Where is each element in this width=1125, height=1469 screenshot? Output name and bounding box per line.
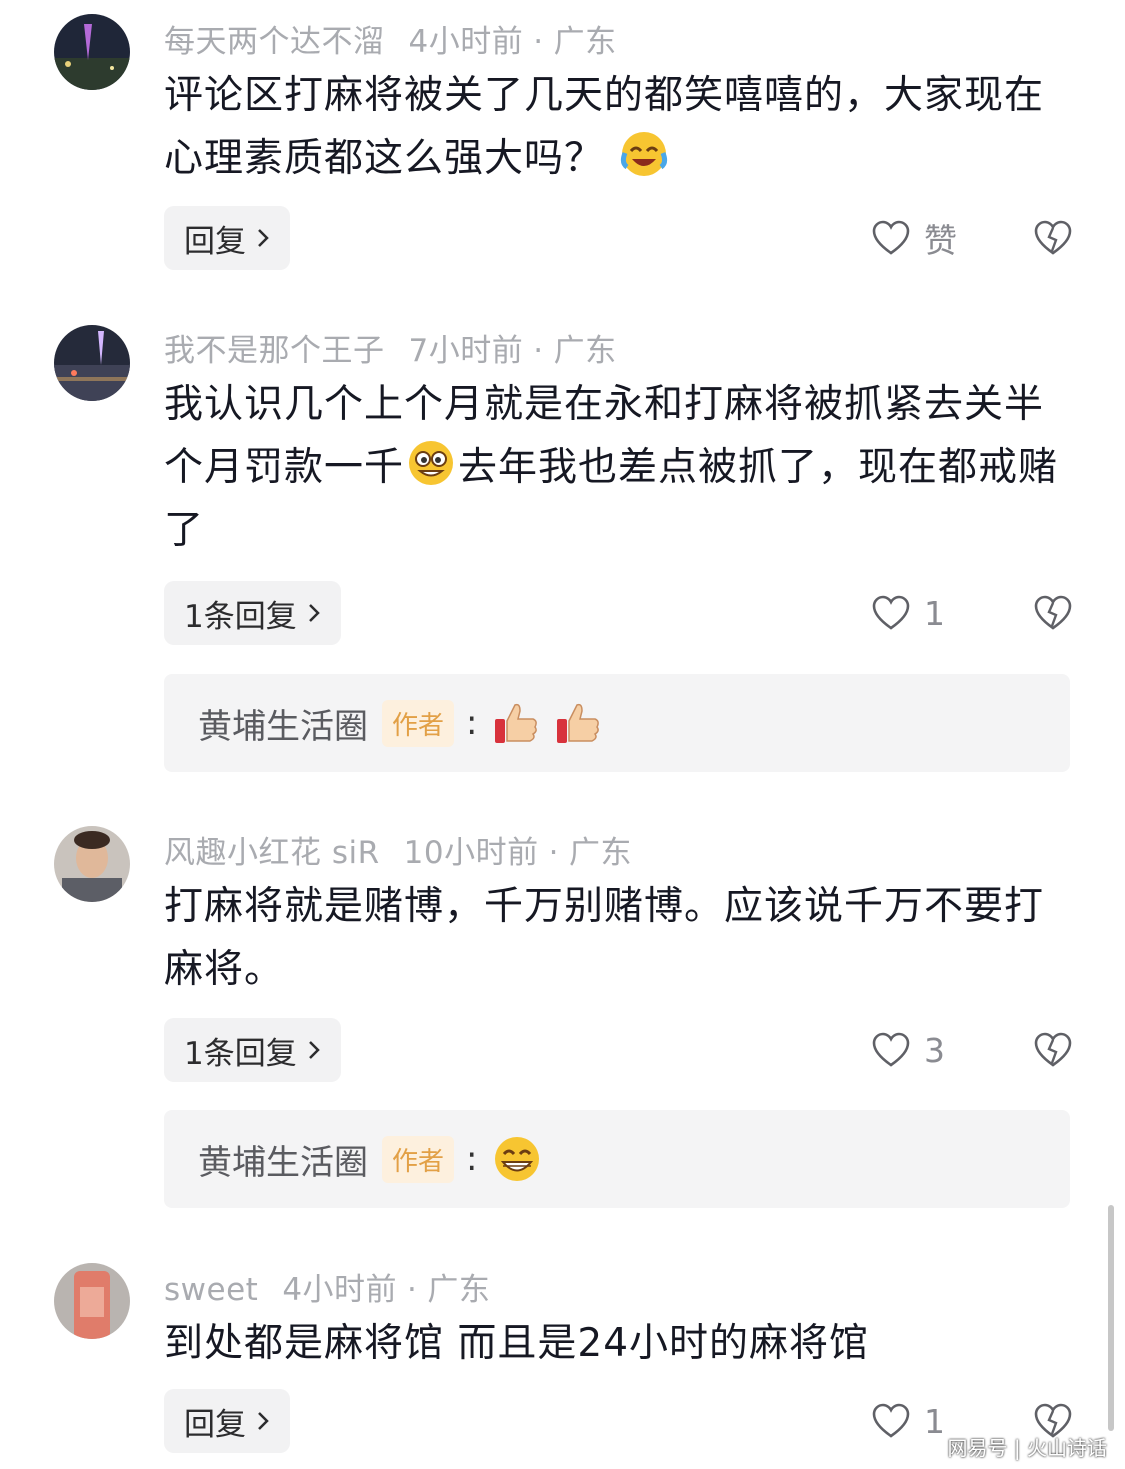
comment-meta: 风趣小红花 siR 10小时前 · 广东 <box>164 827 632 872</box>
separator: · <box>533 333 544 369</box>
comment-text-part: 到处都是麻将馆 而且是24小时的麻将馆 <box>164 1321 870 1366</box>
timestamp: 4小时前 <box>408 24 524 60</box>
broken-heart-icon <box>1034 220 1072 255</box>
comment-meta: 我不是那个王子 7小时前 · 广东 <box>164 325 617 370</box>
comment-text: 评论区打麻将被关了几天的都笑嘻嘻的，大家现在心理素质都这么强大吗？ <box>164 64 1069 190</box>
avatar[interactable] <box>54 1263 130 1339</box>
watermark: 网易号 | 火山诗话 <box>947 1436 1107 1460</box>
laughing-crying-emoji-icon <box>619 129 669 179</box>
grinning-emoji-icon <box>493 1135 541 1183</box>
author-badge: 作者 <box>382 699 455 747</box>
avatar[interactable] <box>54 826 130 902</box>
reply-label: 1条回复 <box>184 1035 297 1072</box>
author-badge: 作者 <box>382 1135 455 1183</box>
like-label: 赞 <box>924 221 957 260</box>
like-button[interactable]: 赞 <box>872 206 957 270</box>
comment-meta: sweet 4小时前 · 广东 <box>164 1264 490 1309</box>
comment-text-part: 打麻将就是赌博，千万别赌博。应该说千万不要打麻将。 <box>164 884 1045 992</box>
comment-meta: 每天两个达不溜 4小时前 · 广东 <box>164 16 617 61</box>
location: 广东 <box>553 333 617 369</box>
colon: : <box>466 1139 478 1179</box>
reply-label: 1条回复 <box>184 598 297 635</box>
chevron-right-icon <box>258 229 269 247</box>
thumbs-up-emoji-icon <box>493 699 541 747</box>
username[interactable]: 我不是那个王子 <box>164 333 385 369</box>
author-name[interactable]: 黄埔生活圈 <box>198 1135 368 1184</box>
comment-text: 到处都是麻将馆 而且是24小时的麻将馆 <box>164 1312 1069 1375</box>
dislike-button[interactable] <box>1034 206 1072 270</box>
reply-button[interactable]: 1条回复 <box>164 581 341 645</box>
separator: · <box>533 24 544 60</box>
avatar[interactable] <box>54 14 130 90</box>
avatar[interactable] <box>54 325 130 401</box>
timestamp: 7小时前 <box>408 333 524 369</box>
comment-text: 我认识几个上个月就是在永和打麻将被抓紧去关半个月罚款一千 去年我也差点被抓了，现… <box>164 373 1069 562</box>
like-button[interactable]: 3 <box>872 1018 945 1082</box>
scrollbar[interactable] <box>1108 1205 1114 1431</box>
location: 广东 <box>427 1272 491 1308</box>
timestamp: 4小时前 <box>282 1272 398 1308</box>
reply-label: 回复 <box>184 1406 246 1443</box>
reply-button[interactable]: 回复 <box>164 206 290 270</box>
heart-outline-icon <box>872 1403 910 1438</box>
username[interactable]: sweet <box>164 1272 258 1308</box>
comment-text: 打麻将就是赌博，千万别赌博。应该说千万不要打麻将。 <box>164 875 1069 1001</box>
location: 广东 <box>568 835 632 871</box>
reply-label: 回复 <box>184 223 246 260</box>
author-name[interactable]: 黄埔生活圈 <box>198 699 368 748</box>
author-reply[interactable]: 黄埔生活圈 作者 : <box>164 1110 1070 1208</box>
separator: · <box>407 1272 418 1308</box>
thumbs-up-emoji-icon <box>555 699 603 747</box>
separator: · <box>548 835 559 871</box>
username[interactable]: 风趣小红花 siR <box>164 835 380 871</box>
goofy-face-emoji-icon <box>406 438 456 488</box>
like-count: 1 <box>924 1401 945 1441</box>
like-count: 1 <box>924 593 945 633</box>
colon: : <box>466 703 478 743</box>
comment-text-part: 评论区打麻将被关了几天的都笑嘻嘻的，大家现在心理素质都这么强大吗？ <box>164 73 1045 181</box>
reply-button[interactable]: 1条回复 <box>164 1018 341 1082</box>
reply-button[interactable]: 回复 <box>164 1389 290 1453</box>
dislike-button[interactable] <box>1034 581 1072 645</box>
broken-heart-icon <box>1034 595 1072 630</box>
heart-outline-icon <box>872 1032 910 1067</box>
location: 广东 <box>553 24 617 60</box>
heart-outline-icon <box>872 220 910 255</box>
like-button[interactable]: 1 <box>872 1389 945 1453</box>
broken-heart-icon <box>1034 1032 1072 1067</box>
timestamp: 10小时前 <box>403 835 539 871</box>
heart-outline-icon <box>872 595 910 630</box>
dislike-button[interactable] <box>1034 1018 1072 1082</box>
chevron-right-icon <box>308 1041 320 1059</box>
author-reply[interactable]: 黄埔生活圈 作者 : <box>164 674 1070 772</box>
like-button[interactable]: 1 <box>872 581 945 645</box>
like-count: 3 <box>924 1030 945 1070</box>
username[interactable]: 每天两个达不溜 <box>164 24 385 60</box>
chevron-right-icon <box>258 1412 269 1430</box>
chevron-right-icon <box>308 604 320 622</box>
